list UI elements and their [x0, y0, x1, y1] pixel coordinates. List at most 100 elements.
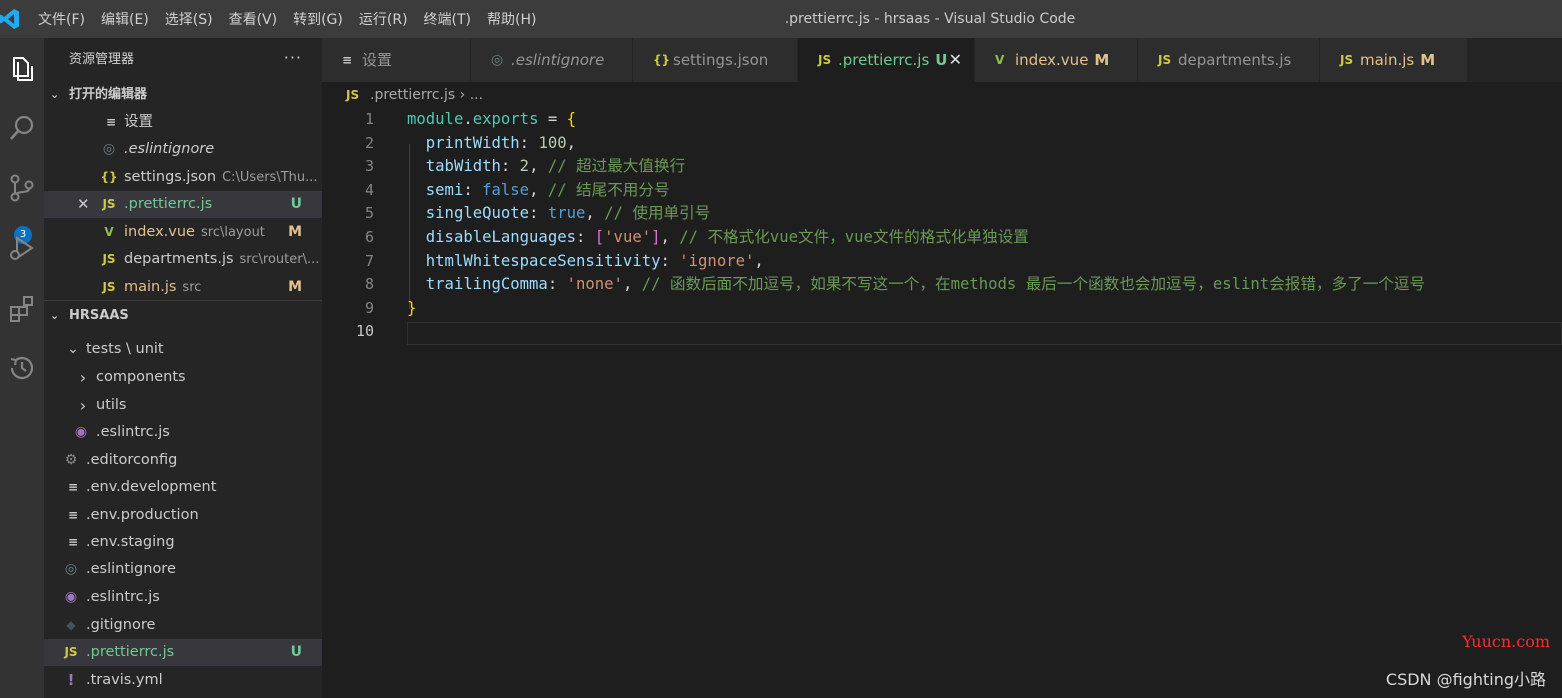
line-number: 9	[364, 298, 374, 317]
title-bar: 文件(F) 编辑(E) 选择(S) 查看(V) 转到(G) 运行(R) 终端(T…	[0, 0, 1562, 38]
tree-file-eslintrc-tests[interactable]: ◉ .eslintrc.js	[44, 419, 322, 446]
menu-bar: 文件(F) 编辑(E) 选择(S) 查看(V) 转到(G) 运行(R) 终端(T…	[30, 0, 544, 38]
current-line-highlight	[407, 322, 1562, 345]
menu-edit[interactable]: 编辑(E)	[93, 9, 157, 29]
tree-file-eslintrc[interactable]: ◉ .eslintrc.js	[44, 584, 322, 611]
project-header[interactable]: ⌄ HRSAAS	[44, 302, 322, 330]
source-control-button[interactable]	[0, 166, 44, 210]
tree-folder-utils[interactable]: › utils	[44, 392, 322, 419]
code-token: ,	[754, 251, 764, 270]
tree-item-label: .env.staging	[86, 534, 175, 550]
open-editor-prettierrc[interactable]: ✕ JS .prettierrc.js U	[44, 191, 322, 218]
tab-main-js[interactable]: JS main.js M	[1320, 38, 1468, 82]
more-actions-icon[interactable]: ···	[284, 38, 302, 82]
search-button[interactable]	[0, 106, 44, 150]
eslintignore-file-icon: ◎	[491, 52, 504, 68]
code-token: // 结尾不用分号	[547, 180, 670, 199]
tree-file-gitignore[interactable]: ◆ .gitignore	[44, 612, 322, 639]
code-token: // 函数后面不加逗号，如果不写这一个，在methods 最后一个函数也会加逗号…	[641, 275, 1426, 294]
menu-file[interactable]: 文件(F)	[30, 9, 93, 29]
code-token: disableLanguages	[407, 228, 576, 246]
menu-view[interactable]: 查看(V)	[221, 9, 286, 29]
code-token: 'vue'	[604, 228, 652, 246]
menu-terminal[interactable]: 终端(T)	[416, 9, 479, 29]
extensions-button[interactable]	[0, 286, 44, 330]
code-token: // 超过最大值换行	[547, 157, 686, 176]
eslintignore-file-icon: ◎	[102, 141, 116, 157]
tree-file-env-development[interactable]: ≡ .env.development	[44, 474, 322, 501]
section-divider	[44, 300, 322, 301]
extensions-icon	[10, 296, 33, 322]
eslintignore-file-icon: ◎	[64, 561, 78, 577]
code-token: ,	[585, 204, 605, 223]
tab-label: main.js	[1360, 51, 1415, 69]
menu-selection[interactable]: 选择(S)	[157, 9, 221, 29]
menu-go[interactable]: 转到(G)	[285, 9, 351, 29]
breadcrumb-file[interactable]: .prettierrc.js	[370, 87, 455, 103]
breadcrumb-symbols[interactable]: ...	[470, 87, 483, 103]
chevron-down-icon: ⌄	[50, 88, 60, 101]
tree-file-env-staging[interactable]: ≡ .env.staging	[44, 529, 322, 556]
code-token: semi	[407, 180, 464, 199]
line-number: 2	[364, 133, 374, 152]
code-token: module	[407, 110, 464, 128]
vue-file-icon: V	[104, 225, 114, 239]
js-file-icon: JS	[64, 645, 78, 659]
tree-item-label: .gitignore	[86, 617, 156, 633]
timeline-icon	[10, 356, 34, 380]
open-editor-settings[interactable]: ≡ 设置	[44, 109, 322, 136]
open-editor-eslintignore[interactable]: ◎ .eslintignore	[44, 136, 322, 163]
modified-badge: M	[288, 224, 302, 240]
code-token: ,	[622, 275, 642, 294]
text-file-icon: ≡	[67, 508, 79, 522]
code-token: ,	[660, 228, 680, 246]
code-line: module.exports = {	[407, 108, 576, 132]
tree-file-env-production[interactable]: ≡ .env.production	[44, 502, 322, 529]
tab-settings[interactable]: ≡ 设置	[322, 38, 471, 82]
code-token: :	[500, 157, 520, 176]
code-token: ]	[651, 228, 661, 246]
code-editor[interactable]: 1 2 3 4 5 6 7 8 9 10 module.exports = { printWidt…	[322, 108, 1562, 698]
tree-item-label: .eslintignore	[86, 561, 176, 577]
open-editors-header[interactable]: ⌄ 打开的编辑器	[44, 81, 322, 109]
open-editor-settings-json[interactable]: {} settings.json C:\Users\Thu...	[44, 164, 322, 191]
tree-file-eslintignore[interactable]: ◎ .eslintignore	[44, 556, 322, 583]
tab-index-vue[interactable]: V index.vue M	[975, 38, 1138, 82]
code-token: :	[660, 251, 680, 270]
tab-departments[interactable]: JS departments.js	[1138, 38, 1320, 82]
close-icon[interactable]: ✕	[949, 38, 962, 82]
tree-item-label: .eslintrc.js	[96, 424, 170, 440]
code-token: 2	[519, 157, 530, 176]
tree-file-editorconfig[interactable]: ⚙ .editorconfig	[44, 447, 322, 474]
code-token: :	[519, 133, 539, 152]
open-editor-index-vue[interactable]: V index.vue src\layout M	[44, 219, 322, 246]
tree-file-travis[interactable]: ! .travis.yml	[44, 667, 322, 694]
code-token: :	[529, 204, 548, 223]
menu-run[interactable]: 运行(R)	[351, 9, 416, 29]
line-number: 1	[364, 110, 374, 128]
tree-file-prettierrc[interactable]: JS .prettierrc.js U	[44, 639, 322, 666]
code-token: true	[547, 204, 586, 223]
line-number: 3	[364, 157, 374, 176]
yaml-file-icon: !	[67, 671, 75, 689]
code-token: {	[566, 110, 577, 128]
open-editor-departments[interactable]: JS departments.js src\router\...	[44, 246, 322, 273]
open-editor-main-js[interactable]: JS main.js src M	[44, 274, 322, 301]
close-icon[interactable]: ✕	[77, 191, 90, 218]
tab-settings-json[interactable]: {} settings.json	[633, 38, 798, 82]
code-token: // 不格式化vue文件，vue文件的格式化单独设置	[679, 228, 1029, 246]
open-editor-label: .eslintignore	[124, 141, 215, 157]
tree-folder-components[interactable]: › components	[44, 364, 322, 391]
tab-prettierrc[interactable]: JS .prettierrc.js U ✕	[798, 38, 975, 82]
tree-folder-tests-unit[interactable]: ⌄ tests \ unit	[44, 336, 322, 363]
js-file-icon: JS	[102, 197, 116, 211]
code-line: }	[407, 297, 416, 321]
line-number: 5	[364, 204, 374, 223]
explorer-button[interactable]	[0, 46, 44, 90]
run-debug-button[interactable]	[0, 226, 44, 270]
chevron-right-icon: ›	[79, 368, 87, 387]
menu-help[interactable]: 帮助(H)	[479, 9, 544, 29]
open-editor-label: departments.js	[124, 251, 234, 267]
timeline-button[interactable]	[0, 346, 44, 390]
tab-eslintignore[interactable]: ◎ .eslintignore	[471, 38, 633, 82]
